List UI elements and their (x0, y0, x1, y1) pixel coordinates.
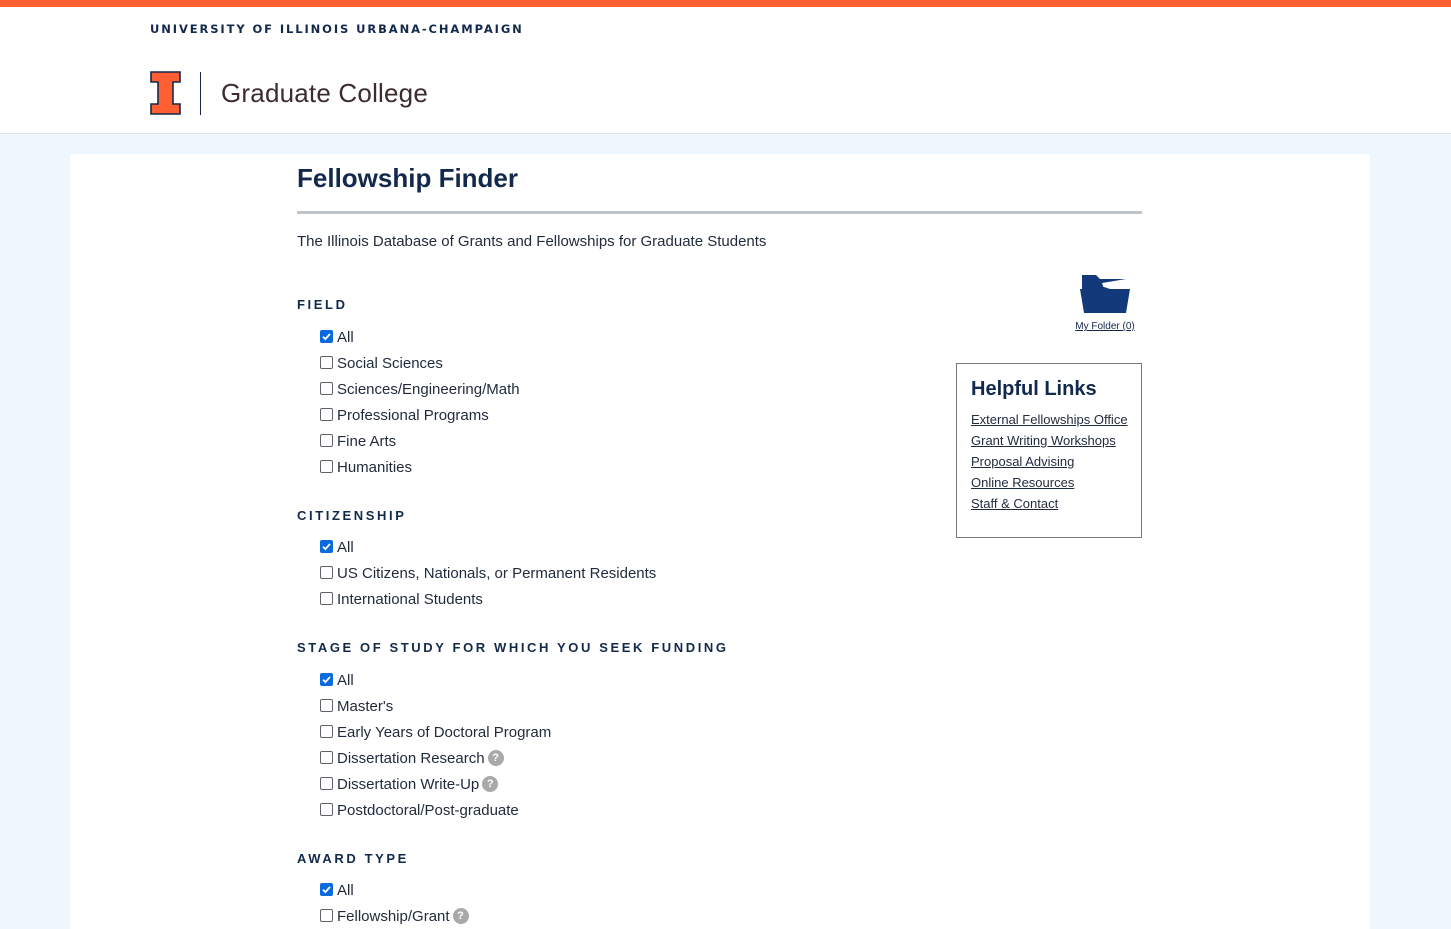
award-type-heading: AWARD TYPE (297, 851, 409, 866)
main-content-card (70, 154, 1370, 929)
field-options: All Social Sciences Sciences/Engineering/M… (320, 324, 520, 480)
block-i-logo-icon (150, 71, 181, 115)
my-folder-label[interactable]: My Folder (0) (1071, 321, 1139, 332)
checkbox-checked[interactable] (320, 329, 333, 343)
my-folder-link[interactable]: My Folder (0) (1071, 273, 1139, 332)
option-label[interactable]: International Students (337, 591, 483, 608)
checkbox[interactable] (320, 908, 333, 922)
option-label[interactable]: All (337, 329, 354, 346)
checkmark-icon (322, 332, 331, 340)
title-divider (297, 211, 1142, 214)
checkmark-icon (322, 675, 331, 683)
helpful-link-staff-contact[interactable]: Staff & Contact (971, 493, 1141, 514)
help-icon[interactable]: ? (487, 750, 504, 766)
option-label[interactable]: All (337, 882, 354, 899)
award-type-option[interactable]: All (320, 877, 469, 903)
stage-option[interactable]: All (320, 667, 551, 693)
folder-open-icon (1080, 275, 1130, 313)
citizenship-heading: CITIZENSHIP (297, 508, 407, 523)
option-label[interactable]: Early Years of Doctoral Program (337, 724, 551, 741)
stage-option[interactable]: Postdoctoral/Post-graduate (320, 797, 551, 823)
option-label[interactable]: All (337, 539, 354, 556)
stage-option[interactable]: Dissertation Research? (320, 745, 551, 771)
citizenship-option[interactable]: International Students (320, 586, 656, 612)
checkbox[interactable] (320, 565, 333, 579)
field-heading: FIELD (297, 297, 348, 312)
stage-option[interactable]: Master's (320, 693, 551, 719)
page-subtitle: The Illinois Database of Grants and Fell… (297, 233, 767, 250)
brand-top-bar (0, 0, 1451, 7)
stage-option[interactable]: Dissertation Write-Up? (320, 771, 551, 797)
helpful-link-online-resources[interactable]: Online Resources (971, 472, 1141, 493)
option-label[interactable]: Fine Arts (337, 433, 396, 450)
option-label[interactable]: Postdoctoral/Post-graduate (337, 802, 519, 819)
field-option[interactable]: Fine Arts (320, 428, 520, 454)
page-title: Fellowship Finder (297, 163, 519, 193)
option-label[interactable]: US Citizens, Nationals, or Permanent Res… (337, 565, 656, 582)
award-type-options: All Fellowship/Grant? (320, 877, 469, 929)
checkbox[interactable] (320, 591, 333, 605)
college-name[interactable]: Graduate College (221, 78, 428, 109)
field-option[interactable]: Humanities (320, 454, 520, 480)
helpful-links-title: Helpful Links (971, 378, 1097, 400)
checkbox[interactable] (320, 724, 333, 738)
citizenship-option[interactable]: US Citizens, Nationals, or Permanent Res… (320, 560, 656, 586)
option-label[interactable]: Professional Programs (337, 407, 489, 424)
checkbox[interactable] (320, 407, 333, 421)
checkbox-checked[interactable] (320, 672, 333, 686)
help-icon[interactable]: ? (452, 908, 469, 924)
helpful-link-grant-writing[interactable]: Grant Writing Workshops (971, 430, 1141, 451)
university-name[interactable]: UNIVERSITY OF ILLINOIS URBANA-CHAMPAIGN (150, 22, 524, 36)
checkbox-checked[interactable] (320, 539, 333, 553)
logo-divider (200, 71, 201, 115)
checkmark-icon (322, 542, 331, 550)
citizenship-options: All US Citizens, Nationals, or Permanent … (320, 534, 656, 612)
checkbox[interactable] (320, 776, 333, 790)
checkbox[interactable] (320, 381, 333, 395)
checkbox[interactable] (320, 802, 333, 816)
site-header: UNIVERSITY OF ILLINOIS URBANA-CHAMPAIGN … (0, 7, 1451, 134)
stage-options: All Master's Early Years of Doctoral Progr… (320, 667, 551, 823)
checkbox[interactable] (320, 750, 333, 764)
option-label[interactable]: Fellowship/Grant (337, 908, 450, 925)
helpful-links-panel: Helpful Links External Fellowships Offic… (956, 363, 1142, 538)
field-option[interactable]: All (320, 324, 520, 350)
college-logo-link[interactable]: Graduate College (150, 71, 428, 115)
stage-option[interactable]: Early Years of Doctoral Program (320, 719, 551, 745)
stage-heading: STAGE OF STUDY FOR WHICH YOU SEEK FUNDIN… (297, 640, 729, 655)
checkmark-icon (322, 885, 331, 893)
checkbox[interactable] (320, 698, 333, 712)
option-label[interactable]: Sciences/Engineering/Math (337, 381, 520, 398)
option-label[interactable]: Dissertation Research (337, 750, 485, 767)
option-label[interactable]: Humanities (337, 459, 412, 476)
helpful-link-proposal-advising[interactable]: Proposal Advising (971, 451, 1141, 472)
option-label[interactable]: All (337, 672, 354, 689)
option-label[interactable]: Social Sciences (337, 355, 443, 372)
option-label[interactable]: Master's (337, 698, 393, 715)
help-icon[interactable]: ? (482, 776, 499, 792)
award-type-option[interactable]: Fellowship/Grant? (320, 903, 469, 929)
checkbox[interactable] (320, 459, 333, 473)
checkbox-checked[interactable] (320, 882, 333, 896)
option-label[interactable]: Dissertation Write-Up (337, 776, 479, 793)
checkbox[interactable] (320, 355, 333, 369)
field-option[interactable]: Social Sciences (320, 350, 520, 376)
checkbox[interactable] (320, 433, 333, 447)
citizenship-option[interactable]: All (320, 534, 656, 560)
helpful-link-external-fellowships[interactable]: External Fellowships Office (971, 409, 1141, 430)
field-option[interactable]: Professional Programs (320, 402, 520, 428)
field-option[interactable]: Sciences/Engineering/Math (320, 376, 520, 402)
